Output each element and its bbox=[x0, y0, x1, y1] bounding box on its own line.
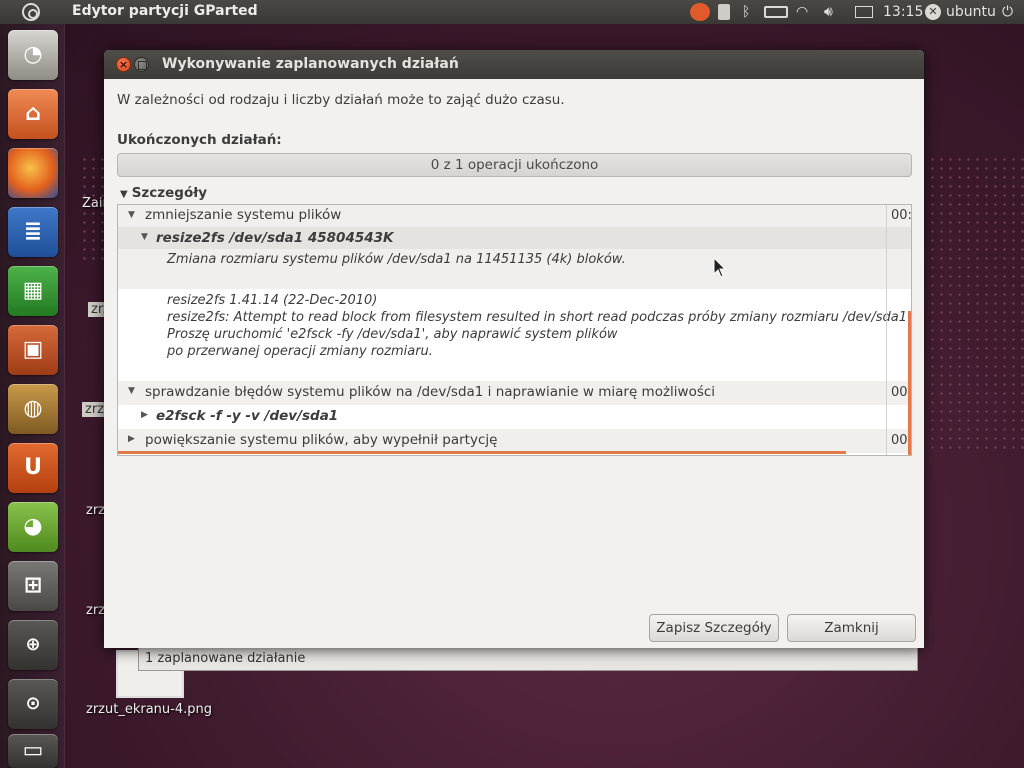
launcher-software-center[interactable]: ◍ bbox=[8, 384, 58, 434]
battery-icon[interactable] bbox=[764, 6, 788, 18]
launcher-home-folder[interactable]: ⌂ bbox=[8, 89, 58, 139]
firefox-icon bbox=[8, 148, 58, 198]
desktop-file-label[interactable]: zrzut_ekranu-4.png bbox=[86, 702, 212, 717]
volume-icon[interactable]: 🔊︎ bbox=[824, 3, 833, 21]
mouse-cursor-icon bbox=[713, 257, 727, 278]
launcher-ubuntu-one[interactable]: U bbox=[8, 443, 58, 493]
row-command: resize2fs /dev/sda1 45804543K bbox=[156, 230, 394, 246]
clock[interactable]: 13:15 bbox=[883, 3, 923, 21]
apply-operations-dialog: × Wykonywanie zaplanowanych działań W za… bbox=[104, 50, 924, 648]
magnifier-icon: ⊕ bbox=[25, 634, 41, 655]
launcher-writer[interactable]: ≣ bbox=[8, 207, 58, 257]
keyboard-layout-icon[interactable] bbox=[718, 4, 730, 20]
tree-row-resize2fs[interactable]: ▼ resize2fs /dev/sda1 45804543K bbox=[118, 227, 911, 249]
pending-operations-status: 1 zaplanowane działanie bbox=[145, 651, 306, 666]
expander-down-icon[interactable]: ▼ bbox=[128, 386, 135, 396]
details-label: Szczegóły bbox=[131, 185, 208, 201]
tree-row-e2fsck[interactable]: ▶ e2fsck -f -y -v /dev/sda1 bbox=[118, 405, 911, 429]
power-icon[interactable]: ⏻ bbox=[1002, 3, 1013, 21]
row-command: e2fsck -f -y -v /dev/sda1 bbox=[156, 408, 339, 424]
row-time: 00: bbox=[891, 208, 911, 223]
user-close-icon[interactable]: ✕ bbox=[925, 4, 941, 20]
scrollbar-indicator[interactable] bbox=[908, 311, 911, 455]
expander-down-icon[interactable]: ▼ bbox=[128, 210, 135, 220]
info-text: W zależności od rodzaju i liczby działań… bbox=[117, 92, 565, 108]
expander-right-icon[interactable]: ▶ bbox=[141, 410, 148, 420]
completed-operations-label: Ukończonych działań: bbox=[117, 132, 282, 148]
software-center-icon: ◍ bbox=[23, 396, 43, 421]
ubuntu-logo-icon[interactable] bbox=[22, 3, 40, 21]
expander-down-icon: ▼ bbox=[120, 189, 128, 200]
close-icon[interactable]: × bbox=[116, 57, 131, 72]
launcher: ◔ ⌂ ≣ ▦ ▣ ◍ U ◕ ⊞ ⊕ ⊙ ▭ bbox=[0, 24, 65, 768]
tree-row-shrink[interactable]: ▼ zmniejszanie systemu plików 00: bbox=[118, 205, 911, 227]
row-text: powiększanie systemu plików, aby wypełni… bbox=[145, 432, 498, 448]
row-text: sprawdzanie błędów systemu plików na /de… bbox=[145, 384, 716, 400]
disk-icon: ◔ bbox=[23, 42, 43, 67]
minimize-icon[interactable] bbox=[134, 57, 149, 72]
error-line-2: resize2fs: Attempt to read block from fi… bbox=[167, 310, 907, 325]
horizontal-scroll-indicator[interactable] bbox=[118, 451, 846, 454]
app-title: Edytor partycji GParted bbox=[72, 3, 258, 19]
details-expander[interactable]: ▼ Szczegóły bbox=[120, 185, 207, 201]
gparted-main-window: 1 zaplanowane działanie bbox=[138, 645, 918, 671]
launcher-workspaces[interactable]: ⊞ bbox=[8, 561, 58, 611]
tree-row-check[interactable]: ▼ sprawdzanie błędów systemu plików na /… bbox=[118, 381, 911, 405]
workspaces-icon: ⊞ bbox=[23, 573, 43, 598]
close-button[interactable]: Zamknij bbox=[787, 614, 916, 642]
tree-row-error-output: resize2fs 1.41.14 (22-Dec-2010) resize2f… bbox=[118, 289, 911, 381]
network-icon[interactable]: ◠ bbox=[796, 3, 808, 21]
top-panel: Edytor partycji GParted ᛒ ◠ 🔊︎ 13:15 ✕ u… bbox=[0, 0, 1024, 24]
progress-text: 0 z 1 operacji ukończono bbox=[430, 157, 599, 173]
launcher-search-apps[interactable]: ⊕ bbox=[8, 620, 58, 670]
mail-icon[interactable] bbox=[855, 6, 873, 18]
cloud-icon[interactable] bbox=[690, 3, 710, 21]
details-tree[interactable]: ▼ zmniejszanie systemu plików 00: ▼ resi… bbox=[117, 204, 912, 456]
launcher-trash[interactable]: ▭ bbox=[8, 734, 58, 768]
progress-bar: 0 z 1 operacji ukończono bbox=[117, 153, 912, 177]
expander-down-icon[interactable]: ▼ bbox=[141, 232, 148, 242]
column-divider bbox=[886, 205, 887, 455]
desktop-label[interactable]: zrz bbox=[86, 603, 105, 618]
tree-row-resize-info: Zmiana rozmiaru systemu plików /dev/sda1… bbox=[118, 249, 911, 289]
launcher-gparted[interactable]: ◕ bbox=[8, 502, 58, 552]
user-name[interactable]: ubuntu bbox=[946, 3, 996, 21]
launcher-gparted-top[interactable]: ◔ bbox=[8, 30, 58, 80]
gparted-icon: ◕ bbox=[23, 514, 43, 539]
expander-right-icon[interactable]: ▶ bbox=[128, 434, 135, 444]
dialog-titlebar[interactable]: × Wykonywanie zaplanowanych działań bbox=[104, 50, 924, 79]
error-line-1: resize2fs 1.41.14 (22-Dec-2010) bbox=[167, 293, 378, 308]
error-line-3: Proszę uruchomić 'e2fsck -fy /dev/sda1',… bbox=[167, 327, 618, 342]
desktop-label[interactable]: zrz bbox=[86, 503, 105, 518]
tree-row-grow[interactable]: ▶ powiększanie systemu plików, aby wypeł… bbox=[118, 429, 911, 453]
trash-icon: ▭ bbox=[22, 738, 44, 763]
launcher-firefox[interactable] bbox=[8, 148, 58, 198]
error-line-4: po przerwanej operacji zmiany rozmiaru. bbox=[167, 344, 433, 359]
launcher-calc[interactable]: ▦ bbox=[8, 266, 58, 316]
impress-icon: ▣ bbox=[22, 337, 44, 362]
dialog-title: Wykonywanie zaplanowanych działań bbox=[162, 56, 459, 72]
desktop-dots-right bbox=[928, 155, 1024, 455]
bluetooth-icon[interactable]: ᛒ bbox=[742, 3, 750, 21]
home-folder-icon: ⌂ bbox=[25, 101, 41, 126]
row-output: Zmiana rozmiaru systemu plików /dev/sda1… bbox=[167, 252, 626, 267]
ubuntu-one-icon: U bbox=[24, 455, 42, 480]
calc-icon: ▦ bbox=[22, 278, 44, 303]
launcher-impress[interactable]: ▣ bbox=[8, 325, 58, 375]
launcher-search-files[interactable]: ⊙ bbox=[8, 679, 58, 729]
row-text: zmniejszanie systemu plików bbox=[145, 207, 342, 223]
file-search-icon: ⊙ bbox=[25, 693, 41, 714]
save-details-button[interactable]: Zapisz Szczegóły bbox=[649, 614, 779, 642]
writer-icon: ≣ bbox=[23, 219, 43, 244]
